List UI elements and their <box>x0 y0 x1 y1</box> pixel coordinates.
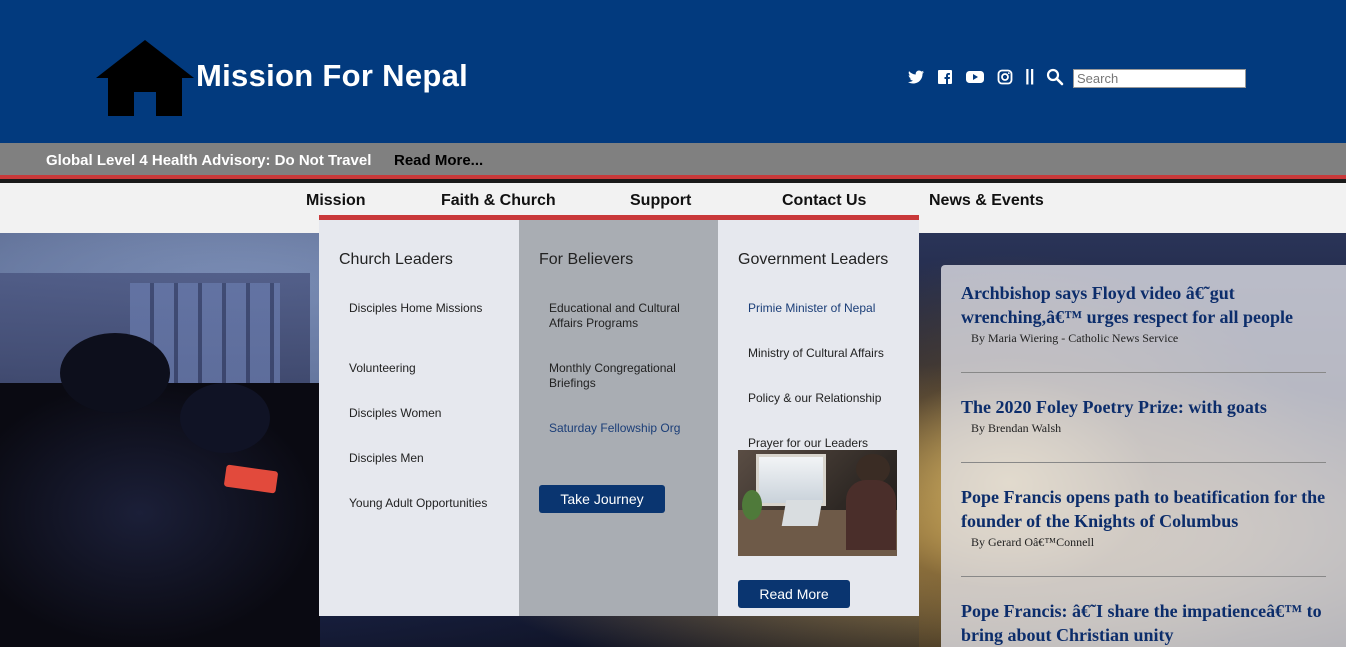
news-byline: By Brendan Walsh <box>971 421 1062 435</box>
column-title: Church Leaders <box>339 251 453 268</box>
advisory-read-more-link[interactable]: Read More... <box>394 152 483 169</box>
menu-column-government-leaders: Government Leaders Primie Minister of Ne… <box>718 220 919 616</box>
nav-item-mission[interactable]: Mission <box>306 192 366 210</box>
news-title[interactable]: Pope Francis: â€˜I share the impatienceâ… <box>961 599 1326 647</box>
news-byline: By Maria Wiering - Catholic News Service <box>971 331 1179 345</box>
menu-column-for-believers: For Believers Educational and Cultural A… <box>519 220 718 616</box>
take-journey-button[interactable]: Take Journey <box>539 485 665 513</box>
news-divider <box>961 462 1326 463</box>
news-title[interactable]: Archbishop says Floyd video â€˜gut wrenc… <box>961 281 1326 329</box>
facebook-icon[interactable] <box>937 67 953 87</box>
menu-link[interactable]: Ministry of Cultural Affairs <box>748 346 898 361</box>
twitter-icon[interactable] <box>907 67 925 87</box>
site-title[interactable]: Mission For Nepal <box>196 58 468 94</box>
menu-link[interactable]: Monthly Congregational Briefings <box>549 361 699 391</box>
menu-link[interactable]: Educational and Cultural Affairs Program… <box>549 301 699 331</box>
advisory-bar: Global Level 4 Health Advisory: Do Not T… <box>0 143 1346 179</box>
instagram-icon[interactable] <box>997 67 1013 87</box>
news-item: The 2020 Foley Poetry Prize: with goats … <box>961 395 1326 436</box>
menu-link[interactable]: Volunteering <box>349 361 499 376</box>
read-more-button[interactable]: Read More <box>738 580 850 608</box>
nav-item-contact-us[interactable]: Contact Us <box>782 192 866 210</box>
menu-link[interactable]: Saturday Fellowship Org <box>549 421 699 436</box>
menu-link[interactable]: Primie Minister of Nepal <box>748 301 898 316</box>
home-icon[interactable] <box>96 40 194 116</box>
news-panel: Archbishop says Floyd video â€˜gut wrenc… <box>941 265 1346 647</box>
news-item: Pope Francis opens path to beatification… <box>961 485 1326 550</box>
column-title: Government Leaders <box>738 251 889 268</box>
site-header: Mission For Nepal || <box>0 0 1346 143</box>
menu-link[interactable]: Disciples Home Missions <box>349 301 499 316</box>
nav-item-support[interactable]: Support <box>630 192 691 210</box>
news-title[interactable]: The 2020 Foley Poetry Prize: with goats <box>961 395 1326 419</box>
nav-item-news-events[interactable]: News & Events <box>929 192 1044 210</box>
news-byline: By Gerard Oâ€™Connell <box>971 535 1095 549</box>
menu-link[interactable]: Prayer for our Leaders <box>748 436 898 451</box>
mega-menu: Church Leaders Disciples Home Missions V… <box>319 215 919 616</box>
news-title[interactable]: Pope Francis opens path to beatification… <box>961 485 1326 533</box>
search-input[interactable] <box>1073 69 1246 88</box>
social-divider: || <box>1025 66 1035 85</box>
youtube-icon[interactable] <box>965 67 985 87</box>
news-divider <box>961 576 1326 577</box>
news-item: Archbishop says Floyd video â€˜gut wrenc… <box>961 281 1326 346</box>
nav-item-faith-church[interactable]: Faith & Church <box>441 192 556 210</box>
news-divider <box>961 372 1326 373</box>
menu-link[interactable]: Disciples Women <box>349 406 499 421</box>
menu-link[interactable]: Young Adult Opportunities <box>349 496 499 511</box>
office-photo <box>738 450 897 556</box>
menu-link[interactable]: Disciples Men <box>349 451 499 466</box>
news-item: Pope Francis: â€˜I share the impatienceâ… <box>961 599 1326 647</box>
menu-link[interactable]: Policy & our Relationship <box>748 391 898 406</box>
column-title: For Believers <box>539 251 634 268</box>
menu-column-church-leaders: Church Leaders Disciples Home Missions V… <box>319 220 519 616</box>
advisory-text: Global Level 4 Health Advisory: Do Not T… <box>46 152 372 169</box>
search-icon[interactable] <box>1046 67 1064 87</box>
